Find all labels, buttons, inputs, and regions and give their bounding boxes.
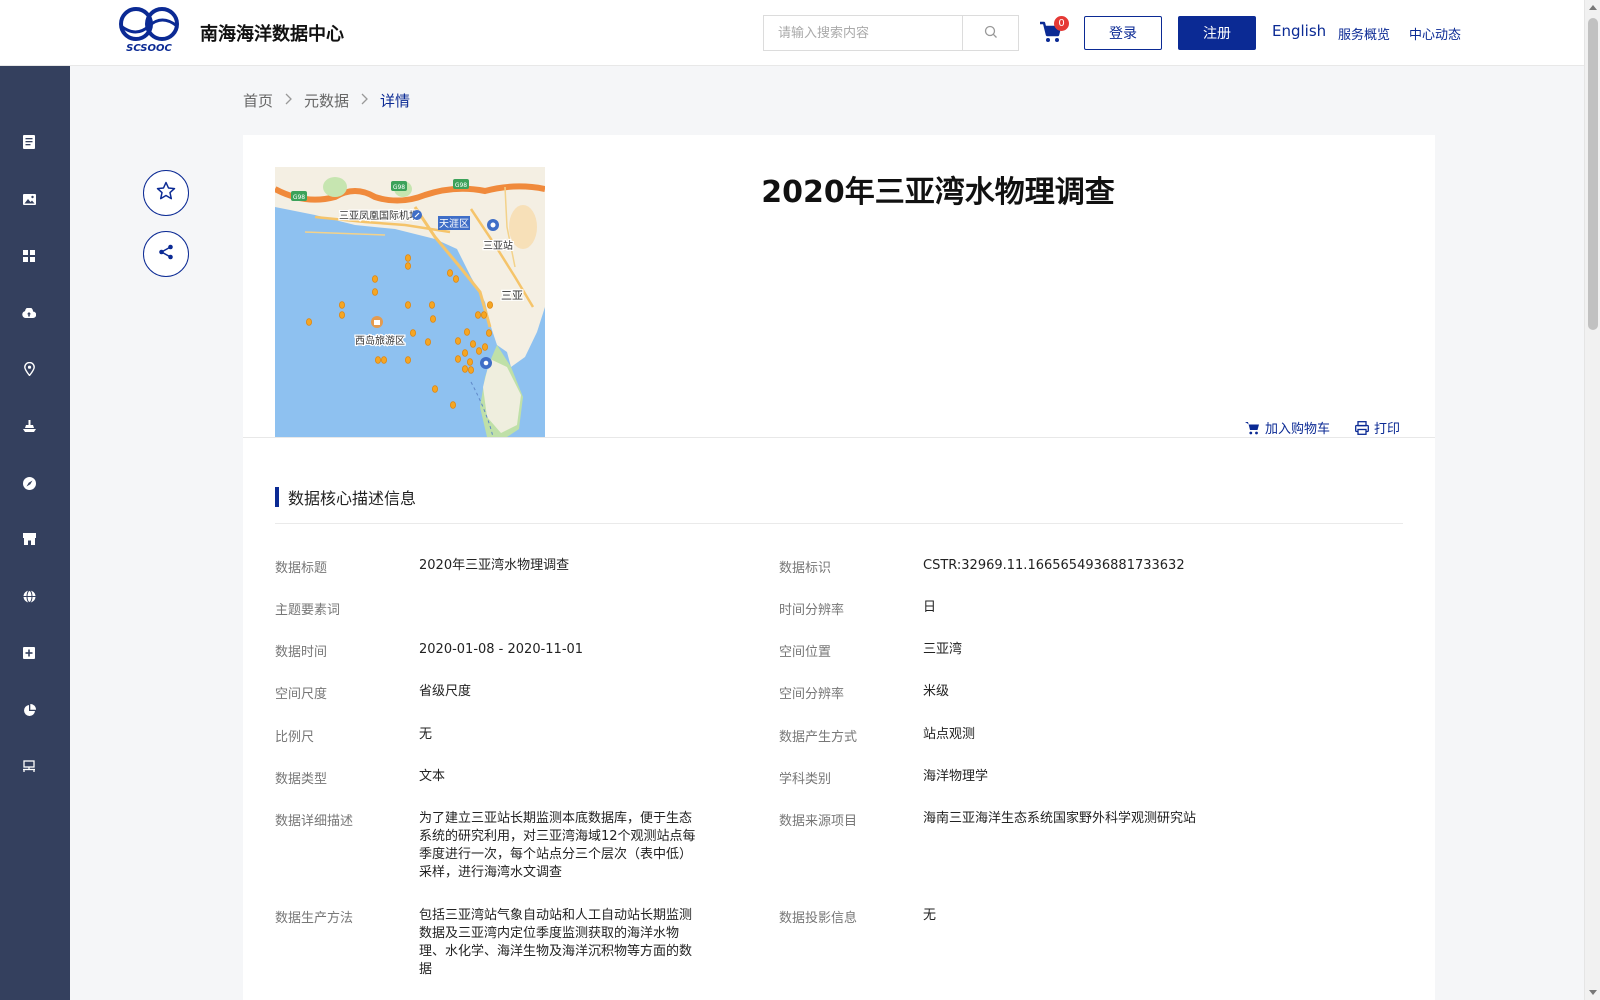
site-logo[interactable]: SCSOOC xyxy=(118,6,180,54)
field-label: 学科类别 xyxy=(779,772,832,787)
map-label-sanya: 三亚 xyxy=(501,289,523,302)
print-label: 打印 xyxy=(1374,422,1401,437)
scroll-thumb[interactable] xyxy=(1588,18,1598,330)
map-label-xidao: 西岛旅游区 xyxy=(355,334,405,347)
field-label: 空间尺度 xyxy=(275,687,328,702)
nav-english[interactable]: English xyxy=(1272,22,1326,40)
cart-icon xyxy=(1245,421,1260,435)
svg-text:SCSOOC: SCSOOC xyxy=(126,43,172,54)
image-icon[interactable] xyxy=(22,192,36,206)
map-label-tianya: 天涯区 xyxy=(439,217,469,230)
breadcrumb: 首页 元数据 详情 xyxy=(243,90,410,111)
search-icon xyxy=(984,24,998,43)
field-value-data-title: 2020年三亚湾水物理调查 xyxy=(419,558,570,573)
cart-button[interactable]: 0 xyxy=(1039,16,1069,48)
field-value-location: 三亚湾 xyxy=(923,642,963,657)
field-label: 数据标题 xyxy=(275,561,328,576)
scroll-up-arrow[interactable] xyxy=(1589,5,1597,10)
cart-icon xyxy=(1039,21,1063,48)
field-label: 主题要素词 xyxy=(275,603,341,618)
field-value-discipline: 海洋物理学 xyxy=(923,769,989,784)
login-button[interactable]: 登录 xyxy=(1084,16,1162,50)
section-divider xyxy=(275,523,1403,524)
card-divider xyxy=(243,437,1435,438)
field-label: 数据来源项目 xyxy=(779,814,858,829)
field-label: 空间分辨率 xyxy=(779,687,845,702)
share-icon xyxy=(157,243,175,265)
register-button[interactable]: 注册 xyxy=(1178,16,1256,50)
add-to-cart-label: 加入购物车 xyxy=(1265,422,1331,437)
field-label: 比例尺 xyxy=(275,730,315,745)
network-icon[interactable] xyxy=(22,759,36,773)
section-accent-bar xyxy=(275,487,279,507)
left-sidebar xyxy=(0,66,70,1000)
location-pin-icon[interactable] xyxy=(22,362,36,376)
breadcrumb-separator xyxy=(285,93,292,109)
nav-center-news[interactable]: 中心动态 xyxy=(1409,24,1461,43)
field-label: 数据生产方法 xyxy=(275,911,354,926)
field-label: 数据标识 xyxy=(779,561,832,576)
map-label-sanya-station: 三亚站 xyxy=(483,239,513,252)
field-value-generation-method: 站点观测 xyxy=(923,727,976,742)
field-value-spatial-scale: 省级尺度 xyxy=(419,684,472,699)
cloud-upload-icon[interactable] xyxy=(22,306,36,320)
field-label: 数据投影信息 xyxy=(779,911,858,926)
map-label-airport: 三亚凤凰国际机场 xyxy=(339,209,419,222)
globe-icon[interactable] xyxy=(22,589,36,603)
field-label: 时间分辨率 xyxy=(779,603,845,618)
map-road-label: G98 xyxy=(393,184,405,191)
search-input[interactable] xyxy=(764,16,962,50)
breadcrumb-metadata[interactable]: 元数据 xyxy=(304,90,349,111)
add-box-icon[interactable] xyxy=(22,646,36,660)
printer-icon xyxy=(1355,420,1369,435)
store-icon[interactable] xyxy=(22,532,36,546)
map-road-label: G98 xyxy=(455,182,467,189)
field-label: 数据时间 xyxy=(275,645,328,660)
pie-chart-icon[interactable] xyxy=(22,703,36,717)
compass-icon[interactable] xyxy=(22,476,36,490)
favorite-button[interactable] xyxy=(143,170,189,216)
field-value-identifier: CSTR:32969.11.1665654936881733632 xyxy=(923,558,1185,573)
grid-icon[interactable] xyxy=(22,249,36,263)
scroll-down-arrow[interactable] xyxy=(1589,990,1597,995)
share-button[interactable] xyxy=(143,231,189,277)
field-label: 数据产生方式 xyxy=(779,730,858,745)
section-header: 数据核心描述信息 xyxy=(275,487,417,508)
breadcrumb-current: 详情 xyxy=(380,92,411,110)
dataset-title: 2020年三亚湾水物理调查 xyxy=(761,175,1115,210)
print-link[interactable]: 打印 xyxy=(1355,418,1400,437)
document-icon[interactable] xyxy=(22,135,36,149)
field-value-time-resolution: 日 xyxy=(923,600,937,615)
page-scrollbar[interactable] xyxy=(1584,0,1600,1000)
field-label: 数据类型 xyxy=(275,772,328,787)
field-label: 空间位置 xyxy=(779,645,832,660)
field-value-data-type: 文本 xyxy=(419,769,446,784)
site-title[interactable]: 南海海洋数据中心 xyxy=(200,20,344,46)
dataset-detail-card: G98 G98 G98 三亚凤凰国际机场 天涯区 三亚站 三亚 西岛旅游区 20… xyxy=(243,135,1435,1000)
field-value-projection: 无 xyxy=(923,908,937,923)
field-value-spatial-resolution: 米级 xyxy=(923,684,950,699)
top-header: SCSOOC 南海海洋数据中心 0 登录 注册 English 服务概览 中心动… xyxy=(0,0,1584,66)
ship-icon[interactable] xyxy=(22,419,36,433)
field-label: 数据详细描述 xyxy=(275,814,354,829)
breadcrumb-separator xyxy=(361,93,368,109)
field-value-source-project: 海南三亚海洋生态系统国家野外科学观测研究站 xyxy=(923,811,1197,826)
breadcrumb-home[interactable]: 首页 xyxy=(243,90,273,111)
star-icon xyxy=(156,181,176,205)
field-value-data-time: 2020-01-08 - 2020-11-01 xyxy=(419,642,584,657)
field-value-description: 为了建立三亚站长期监测本底数据库，便于生态系统的研究利用，对三亚湾海域12个观测… xyxy=(419,811,696,880)
search-button[interactable] xyxy=(962,16,1018,50)
add-to-cart-link[interactable]: 加入购物车 xyxy=(1245,418,1330,437)
field-value-production-method: 包括三亚湾站气象自动站和人工自动站长期监测数据及三亚湾内定位季度监测获取的海洋水… xyxy=(419,908,693,977)
map-road-label: G98 xyxy=(293,194,305,201)
nav-service-overview[interactable]: 服务概览 xyxy=(1338,24,1390,43)
search-box xyxy=(763,15,1019,51)
section-title: 数据核心描述信息 xyxy=(288,489,417,508)
field-value-map-scale: 无 xyxy=(419,727,433,742)
cart-count-badge: 0 xyxy=(1054,16,1069,31)
station-map[interactable]: G98 G98 G98 三亚凤凰国际机场 天涯区 三亚站 三亚 西岛旅游区 xyxy=(275,167,545,437)
